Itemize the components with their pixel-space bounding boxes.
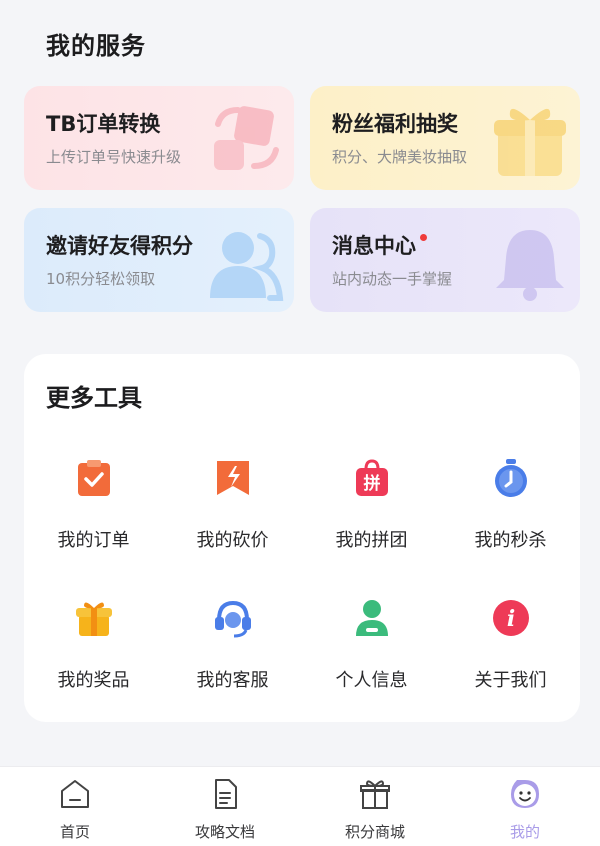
bell-icon <box>496 230 564 301</box>
tool-label: 我的客服 <box>196 670 269 691</box>
card-subtitle: 积分、大牌美妆抽取 <box>332 148 468 166</box>
tool-label: 我的订单 <box>57 530 130 551</box>
tool-label: 我的秒杀 <box>474 530 547 551</box>
bottom-tab-bar: 首页 攻略文档 积分商城 我的 <box>0 766 600 846</box>
gift-shop-icon <box>360 780 390 809</box>
card-subtitle: 站内动态一手掌握 <box>332 270 453 288</box>
smile-face-icon <box>511 780 539 808</box>
document-icon <box>215 779 237 809</box>
services-title: 我的服务 <box>46 32 146 60</box>
tool-my-orders[interactable]: 我的订单 <box>24 458 163 552</box>
headset-icon <box>214 600 251 638</box>
tool-label: 我的砍价 <box>196 530 269 551</box>
card-title: 邀请好友得积分 <box>46 234 193 258</box>
card-tb-order-convert[interactable]: TB订单转换 上传订单号快速升级 <box>24 86 294 190</box>
exchange-icon <box>214 106 279 170</box>
tool-personal-info[interactable]: 个人信息 <box>302 598 441 692</box>
user-profile-icon <box>355 600 388 636</box>
tool-label: 我的奖品 <box>57 670 130 691</box>
tab-label: 首页 <box>59 823 90 841</box>
tool-my-customer-service[interactable]: 我的客服 <box>163 598 302 692</box>
group-buy-glyph: 拼 <box>363 473 380 494</box>
tool-label: 个人信息 <box>335 670 408 691</box>
tool-my-flash-sale[interactable]: 我的秒杀 <box>441 458 580 552</box>
card-message-center[interactable]: 消息中心 站内动态一手掌握 <box>310 208 580 312</box>
tab-points-mall[interactable]: 积分商城 <box>300 777 450 842</box>
card-title: 粉丝福利抽奖 <box>332 112 458 136</box>
tool-my-bargain[interactable]: 我的砍价 <box>163 458 302 552</box>
clipboard-check-icon <box>77 460 110 496</box>
tab-mine[interactable]: 我的 <box>450 777 600 842</box>
card-title: 消息中心 <box>332 230 427 260</box>
tool-about-us[interactable]: i 关于我们 <box>441 598 580 692</box>
card-title: TB订单转换 <box>46 112 161 136</box>
info-icon: i <box>492 600 529 636</box>
card-title-text: 消息中心 <box>332 234 416 258</box>
info-glyph: i <box>506 606 514 632</box>
gift-box-icon <box>75 602 112 636</box>
group-buy-bag-icon: 拼 <box>355 459 388 496</box>
bargain-icon <box>216 461 249 495</box>
unread-dot-icon <box>420 234 427 241</box>
stopwatch-icon <box>494 459 527 497</box>
tool-my-group-buy[interactable]: 拼 我的拼团 <box>302 458 441 552</box>
tool-my-prizes[interactable]: 我的奖品 <box>24 598 163 692</box>
gift-icon <box>494 108 566 176</box>
tab-label: 积分商城 <box>344 823 405 841</box>
home-icon <box>61 780 89 808</box>
tool-label: 我的拼团 <box>335 530 408 551</box>
more-tools-panel: 更多工具 我的订单 我的砍价 拼 我的拼团 我的秒杀 我的奖品 我的客服 个人信… <box>24 354 580 722</box>
card-invite-friends[interactable]: 邀请好友得积分 10积分轻松领取 <box>24 208 294 312</box>
tool-label: 关于我们 <box>474 670 547 691</box>
card-subtitle: 10积分轻松领取 <box>46 270 156 288</box>
tab-home[interactable]: 首页 <box>0 777 150 842</box>
people-icon <box>210 232 284 301</box>
tools-title: 更多工具 <box>46 384 142 412</box>
card-fan-lottery[interactable]: 粉丝福利抽奖 积分、大牌美妆抽取 <box>310 86 580 190</box>
tab-guides[interactable]: 攻略文档 <box>150 777 300 842</box>
tab-label: 我的 <box>509 823 540 841</box>
tab-label: 攻略文档 <box>194 823 255 841</box>
card-subtitle: 上传订单号快速升级 <box>46 148 182 166</box>
